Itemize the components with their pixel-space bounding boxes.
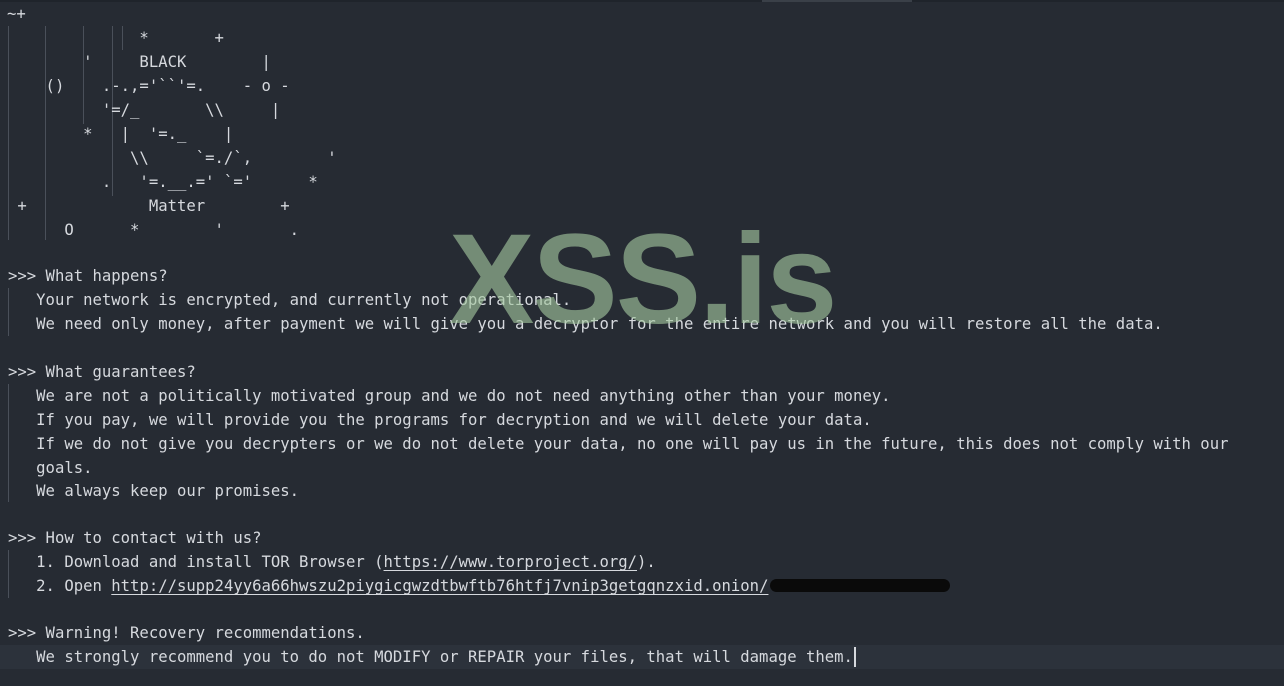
ascii-art-line: + Matter + — [0, 194, 1284, 218]
section-heading: >>> How to contact with us? — [0, 526, 1284, 550]
ascii-art-line: * | '=._ | — [0, 122, 1284, 146]
step-1-suffix: ). — [637, 553, 656, 571]
line-text: We always keep our promises. — [8, 482, 300, 500]
editor-line: Your network is encrypted, and currently… — [0, 288, 1284, 312]
section-heading: >>> What happens? — [0, 264, 1284, 288]
ascii-art-text: '=/_ \\ | — [8, 101, 281, 119]
editor-line: goals. — [0, 456, 1284, 480]
line-text: If you pay, we will provide you the prog… — [8, 411, 872, 429]
editor-line: 1. Download and install TOR Browser (htt… — [0, 550, 1284, 574]
warning-line: We strongly recommend you to do not MODI… — [8, 645, 856, 669]
current-line: We strongly recommend you to do not MODI… — [0, 645, 1284, 669]
ascii-art-text: \\ `=./`, ' — [8, 149, 337, 167]
line-text: If we do not give you decrypters or we d… — [8, 435, 1229, 453]
step-1-prefix: 1. Download and install TOR Browser ( — [8, 553, 384, 571]
editor-line: We need only money, after payment we wil… — [0, 312, 1284, 336]
ascii-art-text: O * ' . — [8, 221, 300, 239]
editor-line: We are not a politically motivated group… — [0, 384, 1284, 408]
onion-link-text: http://supp24yy6a66hwszu2piygicgwzdtbwft… — [111, 577, 769, 595]
heading-warning: >>> Warning! Recovery recommendations. — [8, 624, 365, 642]
ascii-art-text: . '=.__.=' `=' * — [8, 173, 318, 191]
step-1-line: 1. Download and install TOR Browser (htt… — [8, 550, 656, 574]
text-cursor — [853, 646, 856, 667]
ascii-art-text: () .-.,='``'=. - o - — [8, 77, 290, 95]
redaction-mark — [770, 579, 951, 592]
ascii-art-text: ' BLACK | — [8, 53, 271, 71]
heading-what-happens: >>> What happens? — [8, 267, 168, 285]
section-heading: >>> Warning! Recovery recommendations. — [0, 621, 1284, 645]
ascii-art-text: * + — [8, 29, 224, 47]
text-editor[interactable]: ~+ * + ' BLACK | () .-.,='``'=. - o - '=… — [0, 0, 1284, 686]
ascii-art-line: '=/_ \\ | — [0, 98, 1284, 122]
editor-line: If you pay, we will provide you the prog… — [0, 408, 1284, 432]
line-text: goals. — [8, 459, 93, 477]
ascii-art-line: O * ' . — [0, 218, 1284, 242]
ascii-art-line: () .-.,='``'=. - o - — [0, 74, 1284, 98]
ascii-art-line: ' BLACK | — [0, 50, 1284, 74]
ascii-art-text: * | '=._ | — [8, 125, 234, 143]
ascii-art-line: . '=.__.=' `=' * — [0, 170, 1284, 194]
step-2-line: 2. Open http://supp24yy6a66hwszu2piygicg… — [8, 574, 951, 598]
section-heading: >>> What guarantees? — [0, 360, 1284, 384]
line-text: We strongly recommend you to do not MODI… — [8, 648, 853, 666]
editor-line: If we do not give you decrypters or we d… — [0, 432, 1284, 456]
line-text: ~+ — [7, 5, 26, 23]
ascii-art-line: * + — [0, 26, 1284, 50]
editor-line: We always keep our promises. — [0, 479, 1284, 503]
line-text: Your network is encrypted, and currently… — [8, 291, 572, 309]
line-text: We are not a politically motivated group… — [8, 387, 891, 405]
line-text: We need only money, after payment we wil… — [8, 315, 1163, 333]
tor-project-link[interactable]: https://www.torproject.org/ — [384, 553, 637, 571]
ascii-art-text: + Matter + — [8, 197, 290, 215]
heading-what-guarantees: >>> What guarantees? — [8, 363, 196, 381]
ascii-art-line: \\ `=./`, ' — [0, 146, 1284, 170]
editor-line: 2. Open http://supp24yy6a66hwszu2piygicg… — [0, 574, 1284, 598]
heading-how-to-contact: >>> How to contact with us? — [8, 529, 262, 547]
onion-support-link[interactable]: http://supp24yy6a66hwszu2piygicgwzdtbwft… — [111, 577, 951, 595]
step-2-prefix: 2. Open — [8, 577, 112, 595]
editor-line: ~+ — [0, 2, 1284, 26]
